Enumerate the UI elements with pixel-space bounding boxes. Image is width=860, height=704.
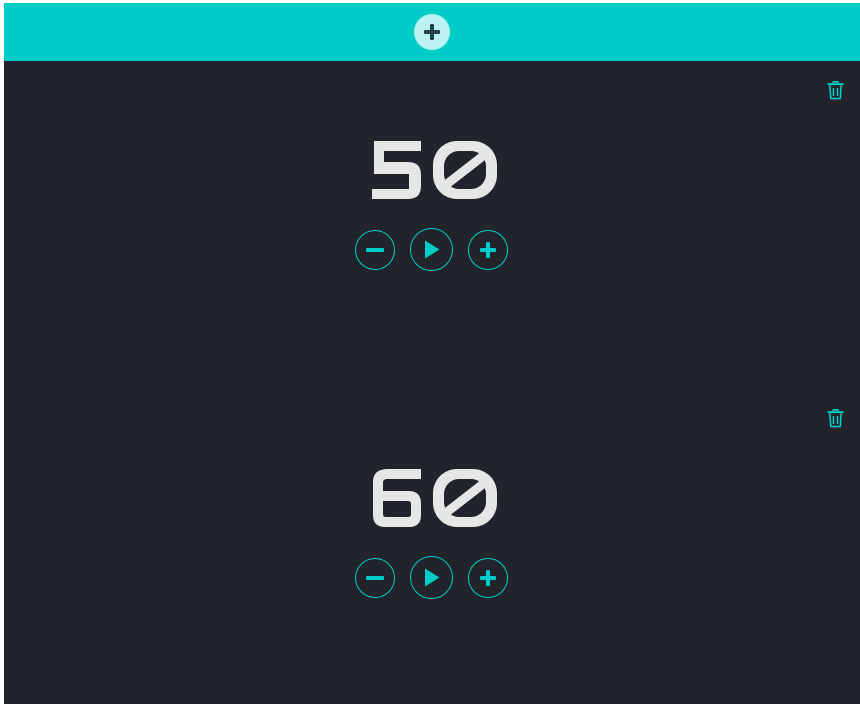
- increment-button[interactable]: [468, 230, 508, 270]
- delete-timer-button[interactable]: [824, 78, 846, 102]
- plus-icon: [424, 24, 440, 40]
- decrement-button[interactable]: [355, 230, 395, 270]
- timer-digits: [373, 469, 497, 527]
- play-icon: [424, 240, 439, 259]
- timer-display: 50: [364, 136, 500, 200]
- app-window: 50: [4, 3, 860, 704]
- delete-timer-button[interactable]: [824, 406, 846, 430]
- play-button[interactable]: [410, 228, 453, 271]
- timer-card: 50: [4, 73, 860, 373]
- play-icon: [424, 568, 439, 587]
- increment-button[interactable]: [468, 558, 508, 598]
- plus-icon: [480, 242, 496, 258]
- play-button[interactable]: [410, 556, 453, 599]
- timer-controls: [355, 228, 515, 272]
- top-bar: [4, 3, 860, 61]
- decrement-button[interactable]: [355, 558, 395, 598]
- trash-icon: [826, 408, 844, 427]
- timer-digits: [372, 141, 497, 199]
- trash-icon: [826, 80, 844, 99]
- timer-display: 60: [364, 464, 500, 528]
- timer-card: 60: [4, 401, 860, 701]
- add-timer-button[interactable]: [414, 14, 450, 50]
- timer-controls: [355, 556, 515, 600]
- plus-icon: [480, 570, 496, 586]
- minus-icon: [366, 248, 384, 252]
- minus-icon: [366, 576, 384, 580]
